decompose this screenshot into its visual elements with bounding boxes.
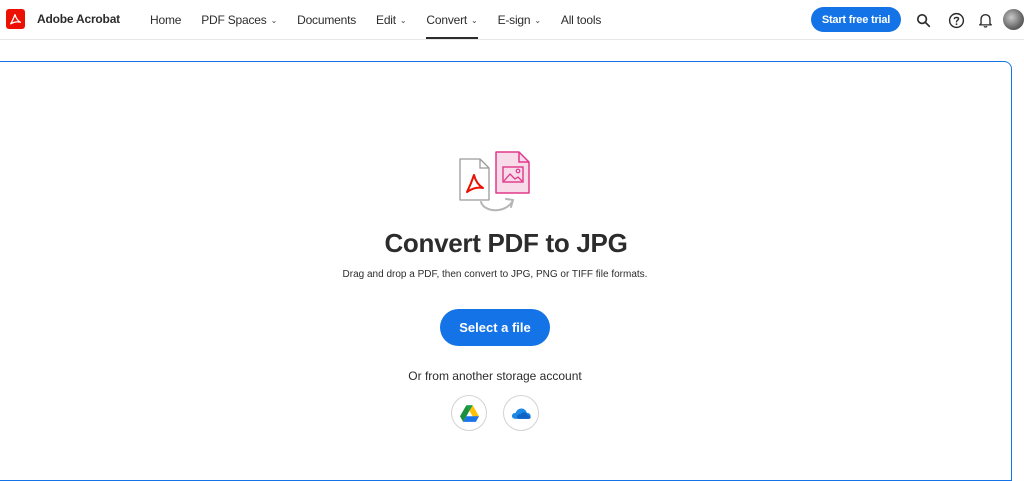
nav-pdf-spaces[interactable]: PDF Spaces ⌄ <box>191 0 287 40</box>
help-icon[interactable] <box>946 10 966 30</box>
chevron-down-icon: ⌄ <box>534 15 541 25</box>
nav-convert[interactable]: Convert ⌄ <box>416 0 487 40</box>
nav-pdf-spaces-label: PDF Spaces <box>201 13 267 27</box>
notifications-bell-icon[interactable] <box>975 10 995 30</box>
page-subtitle: Drag and drop a PDF, then convert to JPG… <box>342 269 648 280</box>
nav-edit[interactable]: Edit ⌄ <box>366 0 416 40</box>
search-icon[interactable] <box>913 10 933 30</box>
chevron-down-icon: ⌄ <box>471 15 478 25</box>
app-name: Adobe Acrobat <box>37 12 120 26</box>
brand[interactable]: Adobe Acrobat <box>6 9 120 29</box>
chevron-down-icon: ⌄ <box>270 15 278 25</box>
nav-documents[interactable]: Documents <box>287 0 366 40</box>
nav-documents-label: Documents <box>297 13 357 27</box>
start-free-trial-button[interactable]: Start free trial <box>811 7 901 32</box>
main-nav: Home PDF Spaces ⌄ Documents Edit ⌄ Conve… <box>140 0 611 40</box>
top-navigation-bar: Adobe Acrobat Home PDF Spaces ⌄ Document… <box>0 0 1024 40</box>
nav-home-label: Home <box>150 13 182 27</box>
google-drive-button[interactable] <box>451 395 487 431</box>
select-file-button[interactable]: Select a file <box>440 309 550 346</box>
pdf-to-image-convert-icon <box>456 150 536 216</box>
onedrive-button[interactable] <box>503 395 539 431</box>
nav-all-tools[interactable]: All tools <box>551 0 611 40</box>
nav-convert-label: Convert <box>426 13 468 27</box>
nav-edit-label: Edit <box>376 13 396 27</box>
nav-e-sign-label: E-sign <box>497 13 531 27</box>
storage-label: Or from another storage account <box>408 369 582 383</box>
nav-all-tools-label: All tools <box>560 13 602 27</box>
nav-e-sign[interactable]: E-sign ⌄ <box>488 0 551 40</box>
nav-home[interactable]: Home <box>140 0 191 40</box>
google-drive-icon <box>459 404 479 422</box>
adobe-acrobat-logo-icon <box>6 9 25 29</box>
chevron-down-icon: ⌄ <box>399 15 407 25</box>
onedrive-icon <box>511 407 531 419</box>
user-avatar[interactable] <box>1003 9 1024 30</box>
page-title: Convert PDF to JPG <box>384 228 628 258</box>
